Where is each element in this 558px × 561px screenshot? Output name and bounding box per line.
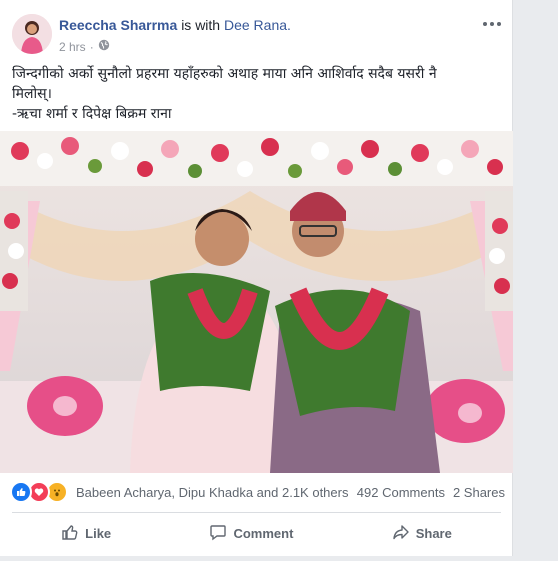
avatar[interactable] bbox=[12, 14, 52, 54]
with-text: is with bbox=[181, 17, 221, 33]
comment-icon bbox=[209, 523, 227, 544]
comment-button[interactable]: Comment bbox=[193, 519, 309, 548]
comments-count-link[interactable]: 492 Comments bbox=[357, 485, 445, 500]
share-label: Share bbox=[415, 525, 452, 541]
more-dot-icon bbox=[490, 22, 494, 26]
comment-label: Comment bbox=[233, 525, 294, 541]
post-meta-separator: · bbox=[89, 39, 94, 54]
post-options-button[interactable] bbox=[481, 16, 503, 32]
like-button[interactable]: Like bbox=[45, 519, 127, 548]
card-bottom-separator bbox=[0, 556, 513, 561]
shares-count-link[interactable]: 2 Shares bbox=[453, 485, 505, 500]
reactions-bar: Babeen Acharya, Dipu Khadka and 2.1K oth… bbox=[10, 480, 505, 504]
post-text-line: जिन्दगीको अर्को सुनौलो प्रहरमा यहाँहरुको… bbox=[12, 66, 437, 82]
post-timestamp-link[interactable]: 2 hrs bbox=[59, 40, 86, 54]
share-arrow-icon bbox=[392, 523, 410, 544]
post-photo[interactable] bbox=[0, 131, 513, 473]
reaction-names-link[interactable]: Babeen Acharya, Dipu Khadka and 2.1K oth… bbox=[76, 485, 348, 500]
post-card: Reeccha Sharrma is with Dee Rana. 2 hrs … bbox=[0, 0, 513, 561]
more-dot-icon bbox=[497, 22, 501, 26]
like-icon bbox=[10, 481, 32, 503]
post-actions: Like Comment Share bbox=[12, 516, 501, 550]
more-dot-icon bbox=[483, 22, 487, 26]
reaction-icons[interactable] bbox=[10, 481, 68, 503]
post-text-line: -ऋचा शर्मा र दिपेक्ष बिक्रम राना bbox=[12, 106, 172, 122]
thumbs-up-icon bbox=[61, 523, 79, 544]
post-text-line: मिलोस्। bbox=[12, 86, 52, 102]
divider bbox=[12, 512, 501, 513]
post-meta: 2 hrs · bbox=[59, 39, 110, 54]
post-text: जिन्दगीको अर्को सुनौलो प्रहरमा यहाँहरुको… bbox=[12, 64, 492, 124]
author-name-link[interactable]: Reeccha Sharrma bbox=[59, 17, 177, 33]
engagement-counts: 492 Comments 2 Shares bbox=[357, 485, 505, 500]
globe-icon[interactable] bbox=[98, 39, 110, 54]
like-label: Like bbox=[85, 525, 112, 541]
tagged-person-link[interactable]: Dee Rana. bbox=[224, 17, 291, 33]
post-header: Reeccha Sharrma is with Dee Rana. 2 hrs … bbox=[12, 14, 507, 58]
share-button[interactable]: Share bbox=[376, 519, 468, 548]
post-author-line: Reeccha Sharrma is with Dee Rana. bbox=[59, 17, 291, 33]
